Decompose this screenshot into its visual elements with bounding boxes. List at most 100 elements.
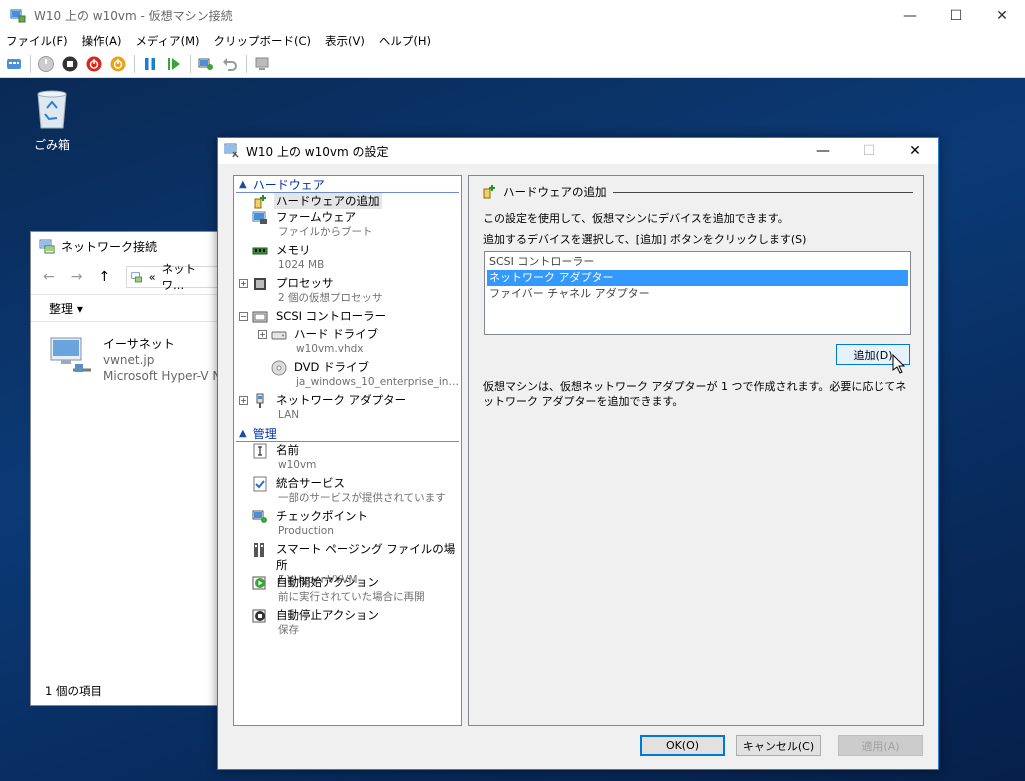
- scsi-controller-icon: [252, 311, 268, 323]
- dialog-maximize-button: ☐: [862, 143, 876, 159]
- auto-start-icon: [252, 576, 266, 590]
- ok-button[interactable]: OK(O): [640, 735, 725, 756]
- integration-services-icon: [253, 476, 267, 492]
- up-arrow-icon[interactable]: ↑: [98, 269, 110, 285]
- hard-drive-sub: w10vm.vhdx: [296, 343, 364, 355]
- tree-item-smart-paging[interactable]: スマート ページング ファイルの場所 F:¥Hyper-V¥VM: [234, 541, 461, 586]
- pause-icon[interactable]: [140, 54, 160, 74]
- hard-drive-icon: [271, 331, 287, 340]
- dialog-close-button[interactable]: ✕: [892, 138, 938, 164]
- connection-name: イーサネット: [103, 337, 175, 351]
- collapse-chevron-icon[interactable]: ▲: [239, 179, 247, 190]
- dvd-drive-label: DVD ドライブ: [294, 360, 370, 374]
- close-button[interactable]: ✕: [979, 0, 1025, 31]
- revert-icon[interactable]: [220, 54, 240, 74]
- tree-item-memory[interactable]: メモリ 1024 MB: [234, 242, 461, 275]
- reset-icon[interactable]: [164, 54, 184, 74]
- toolbar-separator: [190, 55, 191, 73]
- tree-item-integration-services[interactable]: 統合サービス 一部のサービスが提供されています: [234, 475, 461, 508]
- tree-item-network-adapter[interactable]: + ネットワーク アダプター LAN: [234, 392, 461, 425]
- tree-item-firmware[interactable]: ファームウェア ファイルからブート: [234, 209, 461, 242]
- enhanced-session-icon[interactable]: [252, 54, 272, 74]
- device-option-fibre-channel[interactable]: ファイバー チャネル アダプター: [487, 286, 908, 302]
- tree-item-auto-stop[interactable]: 自動停止アクション 保存: [234, 607, 461, 640]
- tree-item-checkpoints[interactable]: チェックポイント Production: [234, 508, 461, 541]
- back-arrow-icon[interactable]: ←: [43, 269, 55, 285]
- processor-icon: [254, 278, 266, 290]
- apply-button: 適用(A): [838, 735, 923, 756]
- menu-clipboard[interactable]: クリップボード(C): [214, 33, 312, 49]
- checkpoint-label: チェックポイント: [276, 509, 368, 523]
- settings-tree[interactable]: ▲ ハードウェア ハードウェアの追加 ファームウェア ファイルからブート メモリ…: [233, 175, 462, 726]
- explorer-titlebar: ネットワーク接続: [31, 232, 229, 260]
- turn-off-icon[interactable]: [60, 54, 80, 74]
- tree-item-add-hardware[interactable]: ハードウェアの追加: [234, 193, 461, 209]
- vm-settings-dialog: W10 上の w10vm の設定 — ☐ ✕ ▲ ハードウェア ハードウェアの追…: [217, 137, 939, 770]
- explorer-navbar: ← → ↑ « ネットワ...: [31, 260, 229, 294]
- checkpoint-icon[interactable]: [196, 54, 216, 74]
- panel-note: 仮想マシンは、仮想ネットワーク アダプターが 1 つで作成されます。必要に応じて…: [483, 380, 907, 408]
- hardware-header: ハードウェア: [252, 178, 325, 192]
- menu-help[interactable]: ヘルプ(H): [379, 33, 431, 49]
- expand-plus-icon[interactable]: +: [239, 396, 248, 405]
- add-hardware-icon: [483, 185, 495, 199]
- save-state-icon[interactable]: [108, 54, 128, 74]
- tree-item-scsi-controller[interactable]: − SCSI コントローラー: [234, 308, 461, 326]
- start-icon[interactable]: [36, 54, 56, 74]
- tree-item-name[interactable]: 名前 w10vm: [234, 442, 461, 475]
- maximize-button[interactable]: ☐: [933, 0, 979, 31]
- integration-services-sub: 一部のサービスが提供されています: [278, 492, 446, 504]
- minimize-button[interactable]: —: [887, 0, 933, 31]
- network-adapter-icon: [256, 393, 264, 408]
- toolbar-separator: [134, 55, 135, 73]
- auto-start-sub: 前に実行されていた場合に再開: [278, 591, 425, 603]
- network-connections-icon: [39, 239, 55, 254]
- address-prefix: «: [148, 270, 156, 284]
- menu-media[interactable]: メディア(M): [135, 33, 199, 49]
- auto-start-label: 自動開始アクション: [276, 575, 379, 589]
- smart-paging-icon: [254, 543, 264, 557]
- collapse-minus-icon[interactable]: −: [239, 312, 248, 321]
- toolbar-separator: [30, 55, 31, 73]
- vm-toolbar: [0, 51, 1025, 78]
- explorer-title: ネットワーク接続: [61, 239, 158, 254]
- menu-view[interactable]: 表示(V): [325, 33, 365, 49]
- shut-down-icon[interactable]: [84, 54, 104, 74]
- device-listbox[interactable]: SCSI コントローラー ネットワーク アダプター ファイバー チャネル アダプ…: [484, 251, 911, 335]
- menu-action[interactable]: 操作(A): [82, 33, 122, 49]
- window-title: W10 上の w10vm - 仮想マシン接続: [34, 9, 233, 23]
- management-category[interactable]: ▲ 管理: [236, 426, 459, 442]
- organize-button[interactable]: 整理 ▾: [49, 300, 83, 317]
- tree-item-dvd-drive[interactable]: DVD ドライブ ja_windows_10_enterprise_ins...: [234, 359, 461, 392]
- firmware-icon: [252, 211, 267, 224]
- explorer-status: 1 個の項目: [45, 684, 102, 698]
- ethernet-connection-item[interactable]: イーサネット vwnet.jp Microsoft Hyper-V Ne: [49, 336, 229, 384]
- tree-item-hard-drive[interactable]: + ハード ドライブ w10vm.vhdx: [234, 326, 461, 359]
- connection-adapter: Microsoft Hyper-V Ne: [103, 369, 229, 383]
- device-option-network-adapter[interactable]: ネットワーク アダプター: [487, 270, 908, 286]
- tree-item-auto-start[interactable]: 自動開始アクション 前に実行されていた場合に再開: [234, 574, 461, 607]
- ctrl-alt-del-icon[interactable]: [4, 54, 24, 74]
- memory-icon: [252, 247, 268, 255]
- recycle-bin[interactable]: ごみ箱: [28, 86, 76, 153]
- firmware-label: ファームウェア: [276, 210, 357, 224]
- forward-arrow-icon[interactable]: →: [71, 269, 83, 285]
- vmconnect-titlebar: W10 上の w10vm - 仮想マシン接続 — ☐ ✕: [0, 0, 1025, 31]
- checkpoint-icon: [252, 510, 267, 523]
- auto-stop-label: 自動停止アクション: [276, 608, 379, 622]
- expand-plus-icon[interactable]: +: [239, 279, 248, 288]
- hardware-category[interactable]: ▲ ハードウェア: [236, 177, 459, 193]
- tree-item-processor[interactable]: + プロセッサ 2 個の仮想プロセッサ: [234, 275, 461, 308]
- device-option-scsi[interactable]: SCSI コントローラー: [487, 254, 908, 270]
- mouse-pointer-icon: [892, 354, 906, 374]
- dialog-minimize-button[interactable]: —: [800, 138, 846, 164]
- cancel-button[interactable]: キャンセル(C): [736, 735, 821, 756]
- memory-label: メモリ: [276, 243, 311, 257]
- menu-file[interactable]: ファイル(F): [6, 33, 68, 49]
- address-bar[interactable]: « ネットワ...: [126, 262, 229, 292]
- add-hardware-panel: ハードウェアの追加 この設定を使用して、仮想マシンにデバイスを追加できます。 追…: [468, 175, 924, 726]
- connection-network: vwnet.jp: [103, 353, 155, 367]
- dvd-drive-icon: [271, 360, 287, 376]
- expand-plus-icon[interactable]: +: [258, 330, 267, 339]
- collapse-chevron-icon[interactable]: ▲: [239, 428, 247, 439]
